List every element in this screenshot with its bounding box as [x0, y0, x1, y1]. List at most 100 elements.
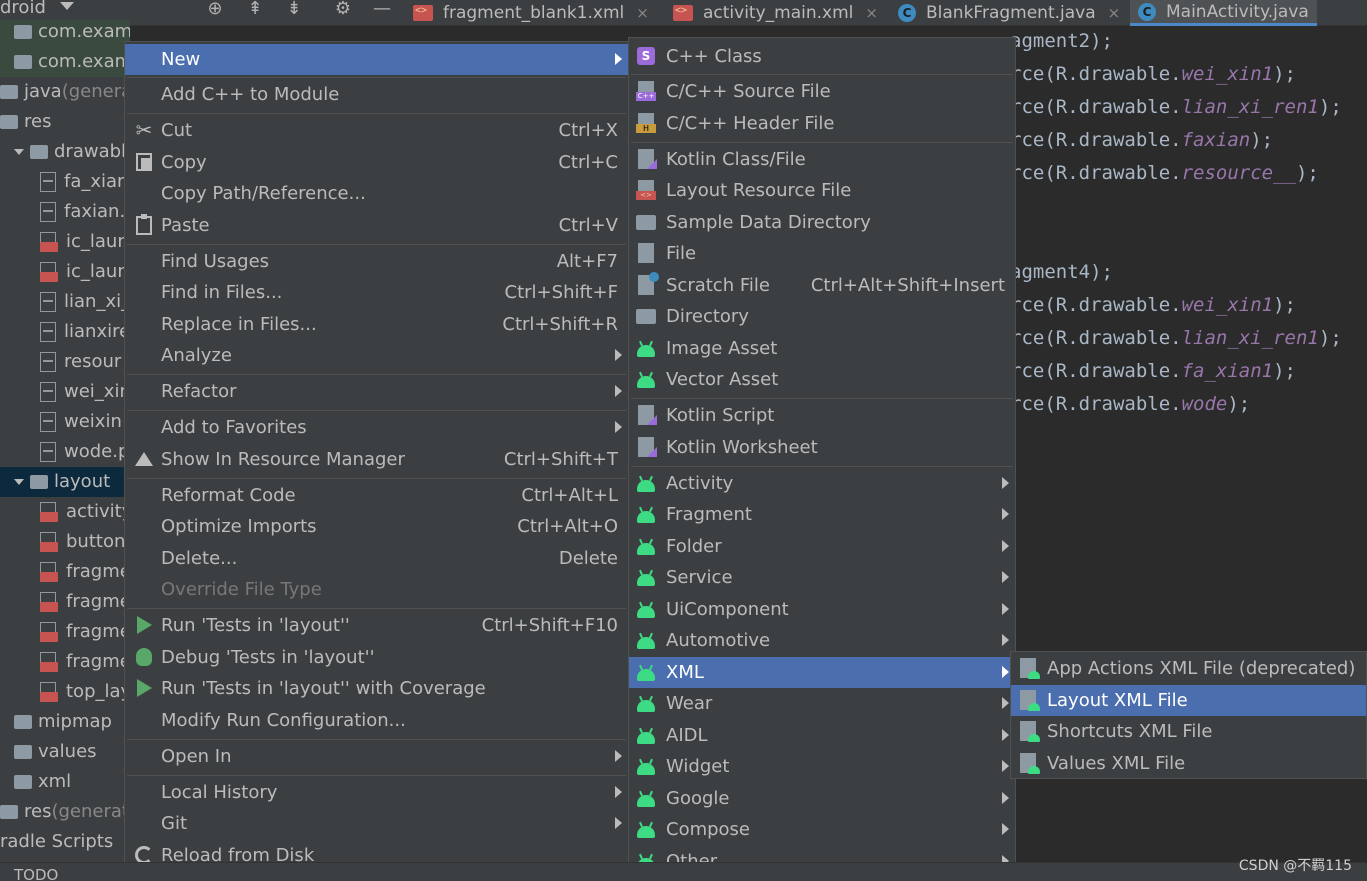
- menu-item[interactable]: Copy Ctrl+C: [125, 147, 628, 178]
- tree-node[interactable]: fragme: [0, 647, 130, 677]
- menu-item[interactable]: AIDL: [629, 720, 1015, 751]
- project-view-label[interactable]: droid: [0, 0, 46, 18]
- tree-node[interactable]: res (generate: [0, 797, 130, 827]
- menu-item[interactable]: Values XML File: [1011, 748, 1366, 779]
- menu-item[interactable]: Git: [125, 808, 628, 839]
- menu-item[interactable]: File: [629, 238, 1015, 269]
- menu-item[interactable]: Show In Resource Manager Ctrl+Shift+T: [125, 444, 628, 475]
- menu-item[interactable]: Refactor: [125, 376, 628, 407]
- locate-target-icon[interactable]: ⊕: [204, 0, 226, 22]
- todo-tab[interactable]: TODO: [14, 866, 58, 881]
- menu-item[interactable]: Directory: [629, 301, 1015, 332]
- tree-node[interactable]: mipmap: [0, 707, 130, 737]
- tree-node[interactable]: drawable: [0, 137, 130, 167]
- menu-item[interactable]: C/C++ Source File: [629, 76, 1015, 107]
- collapse-all-icon[interactable]: ⇟: [283, 0, 305, 22]
- menu-item[interactable]: Image Asset: [629, 333, 1015, 364]
- tree-node[interactable]: radle Scripts: [0, 827, 130, 857]
- menu-item[interactable]: Compose: [629, 814, 1015, 845]
- tree-node[interactable]: layout: [0, 467, 130, 497]
- menu-item[interactable]: Service: [629, 562, 1015, 593]
- tree-node[interactable]: fragme: [0, 557, 130, 587]
- menu-item[interactable]: Shortcuts XML File: [1011, 716, 1366, 747]
- menu-item[interactable]: Automotive: [629, 625, 1015, 656]
- close-icon[interactable]: ×: [1108, 4, 1121, 22]
- menu-item[interactable]: UiComponent: [629, 594, 1015, 625]
- menu-item[interactable]: Analyze: [125, 340, 628, 371]
- close-icon[interactable]: ×: [636, 4, 649, 22]
- editor-tab-label: BlankFragment.java: [926, 3, 1096, 23]
- menu-item[interactable]: S C++ Class: [629, 41, 1015, 72]
- tree-node[interactable]: faxian.: [0, 197, 130, 227]
- tree-node-label: fragme: [66, 591, 130, 612]
- tree-node[interactable]: ic_laun: [0, 257, 130, 287]
- menu-item[interactable]: C/C++ Header File: [629, 108, 1015, 139]
- tree-node[interactable]: lian_xi_: [0, 287, 130, 317]
- menu-item[interactable]: App Actions XML File (deprecated): [1011, 653, 1366, 684]
- editor-tab[interactable]: activity_main.xml ×: [665, 0, 886, 26]
- tree-node[interactable]: fragme: [0, 587, 130, 617]
- tree-node[interactable]: resour: [0, 347, 130, 377]
- gear-icon[interactable]: ⚙: [332, 0, 354, 22]
- menu-item[interactable]: Google: [629, 783, 1015, 814]
- tree-node[interactable]: res: [0, 107, 130, 137]
- menu-item[interactable]: Paste Ctrl+V: [125, 210, 628, 241]
- editor-tab[interactable]: C BlankFragment.java ×: [890, 0, 1128, 26]
- editor-tab[interactable]: fragment_blank1.xml ×: [405, 0, 657, 26]
- editor-tab[interactable]: C MainActivity.java: [1130, 0, 1317, 26]
- chevron-down-icon[interactable]: [14, 479, 24, 485]
- menu-item[interactable]: Folder: [629, 531, 1015, 562]
- menu-item[interactable]: ✂ Cut Ctrl+X: [125, 115, 628, 146]
- menu-item[interactable]: Find in Files... Ctrl+Shift+F: [125, 277, 628, 308]
- menu-item[interactable]: XML: [629, 657, 1015, 688]
- tree-node[interactable]: weixin: [0, 407, 130, 437]
- menu-item[interactable]: Add C++ to Module: [125, 79, 628, 110]
- expand-all-icon[interactable]: ⇞: [244, 0, 266, 22]
- menu-item[interactable]: New: [125, 44, 628, 75]
- menu-item[interactable]: Layout Resource File: [629, 175, 1015, 206]
- tree-node[interactable]: lianxire: [0, 317, 130, 347]
- minimize-icon[interactable]: —: [371, 0, 393, 22]
- menu-item[interactable]: Open In: [125, 741, 628, 772]
- menu-item[interactable]: Debug 'Tests in 'layout'': [125, 642, 628, 673]
- menu-item[interactable]: Run 'Tests in 'layout'' Ctrl+Shift+F10: [125, 610, 628, 641]
- tree-node[interactable]: button: [0, 527, 130, 557]
- tree-node[interactable]: wode.p: [0, 437, 130, 467]
- menu-item[interactable]: Add to Favorites: [125, 412, 628, 443]
- menu-item[interactable]: Replace in Files... Ctrl+Shift+R: [125, 309, 628, 340]
- menu-item[interactable]: Fragment: [629, 499, 1015, 530]
- tree-node[interactable]: fa_xian: [0, 167, 130, 197]
- close-icon[interactable]: ×: [865, 4, 878, 22]
- tree-node[interactable]: fragme: [0, 617, 130, 647]
- tree-node[interactable]: top_lay: [0, 677, 130, 707]
- menu-item[interactable]: Delete... Delete: [125, 543, 628, 574]
- menu-item[interactable]: Vector Asset: [629, 364, 1015, 395]
- menu-item[interactable]: Widget: [629, 751, 1015, 782]
- menu-item[interactable]: Local History: [125, 777, 628, 808]
- code-line: rce(R.drawable.lian_xi_ren1);: [1010, 96, 1342, 118]
- menu-item[interactable]: Kotlin Worksheet: [629, 432, 1015, 463]
- menu-item[interactable]: Scratch File Ctrl+Alt+Shift+Insert: [629, 270, 1015, 301]
- tree-node[interactable]: wei_xin: [0, 377, 130, 407]
- tree-node[interactable]: ic_laun: [0, 227, 130, 257]
- menu-item[interactable]: Wear: [629, 688, 1015, 719]
- tree-node[interactable]: com.example.mywork (androidTest): [0, 20, 130, 47]
- menu-item[interactable]: Kotlin Class/File: [629, 144, 1015, 175]
- chevron-down-icon[interactable]: [14, 149, 24, 155]
- tree-node[interactable]: com.examp: [0, 47, 130, 77]
- menu-item[interactable]: Activity: [629, 468, 1015, 499]
- menu-item[interactable]: Reformat Code Ctrl+Alt+L: [125, 480, 628, 511]
- tree-node[interactable]: xml: [0, 767, 130, 797]
- menu-item[interactable]: Layout XML File: [1011, 685, 1366, 716]
- project-view-dropdown-icon[interactable]: [60, 2, 74, 10]
- menu-item[interactable]: Find Usages Alt+F7: [125, 246, 628, 277]
- tree-node[interactable]: java (generat: [0, 77, 130, 107]
- menu-item[interactable]: Sample Data Directory: [629, 207, 1015, 238]
- menu-item[interactable]: Optimize Imports Ctrl+Alt+O: [125, 511, 628, 542]
- menu-item[interactable]: Modify Run Configuration...: [125, 705, 628, 736]
- menu-item[interactable]: Copy Path/Reference...: [125, 178, 628, 209]
- tree-node[interactable]: values: [0, 737, 130, 767]
- menu-item[interactable]: Kotlin Script: [629, 400, 1015, 431]
- menu-item[interactable]: Run 'Tests in 'layout'' with Coverage: [125, 673, 628, 704]
- tree-node[interactable]: activity: [0, 497, 130, 527]
